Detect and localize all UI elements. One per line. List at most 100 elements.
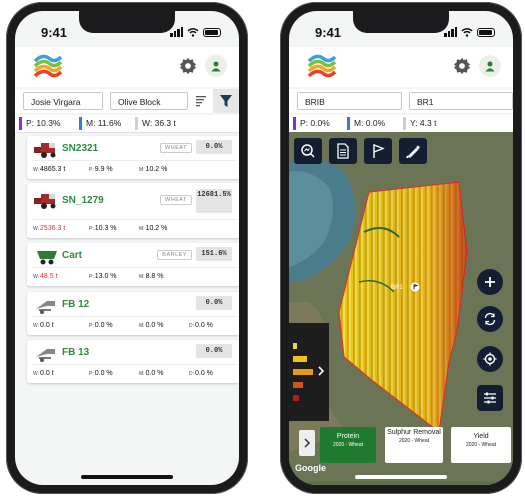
stat-weight: W:0.0 t — [33, 322, 54, 329]
locate-icon — [483, 352, 497, 366]
app-bar — [289, 47, 513, 87]
stat-weight: W:0.0 t — [33, 370, 54, 377]
machine-card-sn2321[interactable]: SN2321 WHEAT 0.0% W:4865.3 t P:9.9 % M:1… — [27, 136, 239, 179]
status-time: 9:41 — [41, 25, 68, 40]
moisture-value: M: 11.6% — [86, 118, 122, 128]
gear-icon[interactable] — [453, 57, 471, 75]
legend-swatch — [293, 343, 297, 349]
layer-chip-sulphur-removal[interactable]: Sulphur Removal 2020 - Wheat — [385, 427, 443, 463]
protein-metric: P: 0.0% — [293, 117, 330, 130]
scale-icon — [36, 301, 55, 314]
chevron-right-icon — [304, 438, 311, 448]
moisture-metric: M: 11.6% — [79, 117, 121, 130]
machine-name: Cart — [62, 250, 83, 261]
pen-button[interactable] — [399, 138, 427, 164]
fill-percent: 12681.5% — [196, 189, 232, 213]
app-logo-icon — [307, 54, 337, 78]
protein-metric: P: 10.3% — [19, 117, 61, 130]
chip-subtitle: 2020 - Wheat — [398, 438, 430, 444]
yield-value: Y: 4.3 t — [410, 118, 437, 128]
app-bar — [15, 47, 239, 87]
chip-title: Protein — [336, 433, 360, 440]
crop-badge: WHEAT — [160, 143, 192, 153]
machine-stats: W:4865.3 t P:9.9 % M:10.2 % — [31, 160, 236, 179]
summary-metrics: P: 0.0% M: 0.0% Y: 4.3 t — [289, 115, 513, 133]
block-select[interactable]: BR1 — [409, 92, 513, 110]
stat-weight: W:48.5 t — [33, 273, 58, 280]
moisture-bar — [79, 117, 82, 130]
machine-stats: W:2536.3 t P:10.3 % M:10.2 % — [31, 219, 236, 238]
add-button[interactable] — [477, 269, 503, 295]
stat-protein: P:0.0 % — [89, 370, 113, 377]
left-screen: 9:41 Josie Virgara Olive Block P: 10.3% … — [15, 11, 239, 485]
fill-percent: 151.6% — [196, 247, 232, 261]
sync-icon — [484, 312, 496, 326]
document-icon — [337, 143, 349, 159]
stat-moisture: M:0.0 % — [139, 370, 164, 377]
chip-title: Sulphur Removal — [387, 429, 441, 436]
chip-title: Yield — [473, 433, 489, 440]
color-legend[interactable] — [289, 323, 329, 421]
block-select[interactable]: Olive Block — [110, 92, 188, 110]
machine-name: SN2321 — [62, 143, 99, 154]
harvester-icon — [34, 194, 56, 209]
user-avatar-button[interactable] — [479, 55, 501, 77]
machine-card-sn1279[interactable]: SN_1279 WHEAT 12681.5% W:2536.3 t P:10.3… — [27, 183, 239, 238]
stat-protein: P:10.3 % — [89, 225, 117, 232]
flag-button[interactable] — [364, 138, 392, 164]
machine-card-cart[interactable]: Cart BARLEY 151.6% W:48.5 t P:13.0 % M:8… — [27, 243, 239, 286]
search-map-button[interactable] — [294, 138, 322, 164]
sync-button[interactable] — [477, 306, 503, 332]
user-avatar-button[interactable] — [205, 55, 227, 77]
summary-metrics: P: 10.3% M: 11.6% W: 36.3 t — [15, 115, 239, 133]
map-marker-icon[interactable] — [410, 282, 420, 292]
fill-percent: 0.0% — [196, 296, 232, 310]
stat-d: D:0.0 % — [189, 370, 213, 377]
flag-icon — [373, 144, 385, 158]
protein-value: P: 10.3% — [26, 118, 61, 128]
document-button[interactable] — [329, 138, 357, 164]
field-select[interactable]: BRIB — [297, 92, 402, 110]
machine-stats: W:0.0 t P:0.0 % M:0.0 % D:0.0 % — [31, 316, 236, 335]
crop-badge: BARLEY — [157, 250, 192, 260]
stat-protein: P:0.0 % — [89, 322, 113, 329]
pen-icon — [406, 145, 420, 159]
weight-value: W: 36.3 t — [142, 118, 176, 128]
legend-swatch — [293, 356, 307, 362]
stat-moisture: M:0.0 % — [139, 322, 164, 329]
weight-metric: W: 36.3 t — [135, 117, 176, 130]
layer-expand-button[interactable] — [299, 430, 315, 456]
notch — [353, 11, 449, 33]
stat-weight: W:2536.3 t — [33, 225, 66, 232]
weight-bar — [135, 117, 138, 130]
field-map[interactable]: BR1 Protein 2020 - Wheat Sulphur Removal… — [289, 132, 513, 485]
sort-icon[interactable] — [194, 94, 208, 108]
filter-button[interactable] — [213, 89, 239, 113]
moisture-metric: M: 0.0% — [347, 117, 385, 130]
user-icon — [485, 61, 495, 72]
app-logo-icon — [33, 54, 63, 78]
home-indicator — [81, 475, 173, 479]
stat-moisture: M:10.2 % — [139, 225, 168, 232]
fill-percent: 0.0% — [196, 140, 232, 154]
legend-swatch — [293, 382, 303, 388]
field-select[interactable]: Josie Virgara — [23, 92, 103, 110]
gear-icon[interactable] — [179, 57, 197, 75]
moisture-bar — [347, 117, 350, 130]
signal-icon — [170, 27, 183, 37]
layer-chip-yield[interactable]: Yield 2020 - Wheat — [451, 427, 511, 463]
layers-settings-button[interactable] — [477, 385, 503, 411]
signal-icon — [444, 27, 457, 37]
machine-card-fb13[interactable]: FB 13 0.0% W:0.0 t P:0.0 % M:0.0 % D:0.0… — [27, 340, 239, 383]
machine-name: SN_1279 — [62, 195, 104, 206]
cart-icon — [37, 251, 57, 265]
stat-weight: W:4865.3 t — [33, 166, 66, 173]
chevron-right-icon — [318, 366, 325, 376]
protein-value: P: 0.0% — [300, 118, 330, 128]
home-indicator — [355, 475, 447, 479]
locate-button[interactable] — [477, 346, 503, 372]
right-phone: 9:41 BRIB BR1 P: 0.0% M: 0.0% Y: 4.3 t B… — [280, 2, 522, 494]
user-icon — [211, 61, 221, 72]
machine-card-fb12[interactable]: FB 12 0.0% W:0.0 t P:0.0 % M:0.0 % D:0.0… — [27, 292, 239, 335]
layer-chip-protein[interactable]: Protein 2020 - Wheat — [320, 427, 376, 463]
